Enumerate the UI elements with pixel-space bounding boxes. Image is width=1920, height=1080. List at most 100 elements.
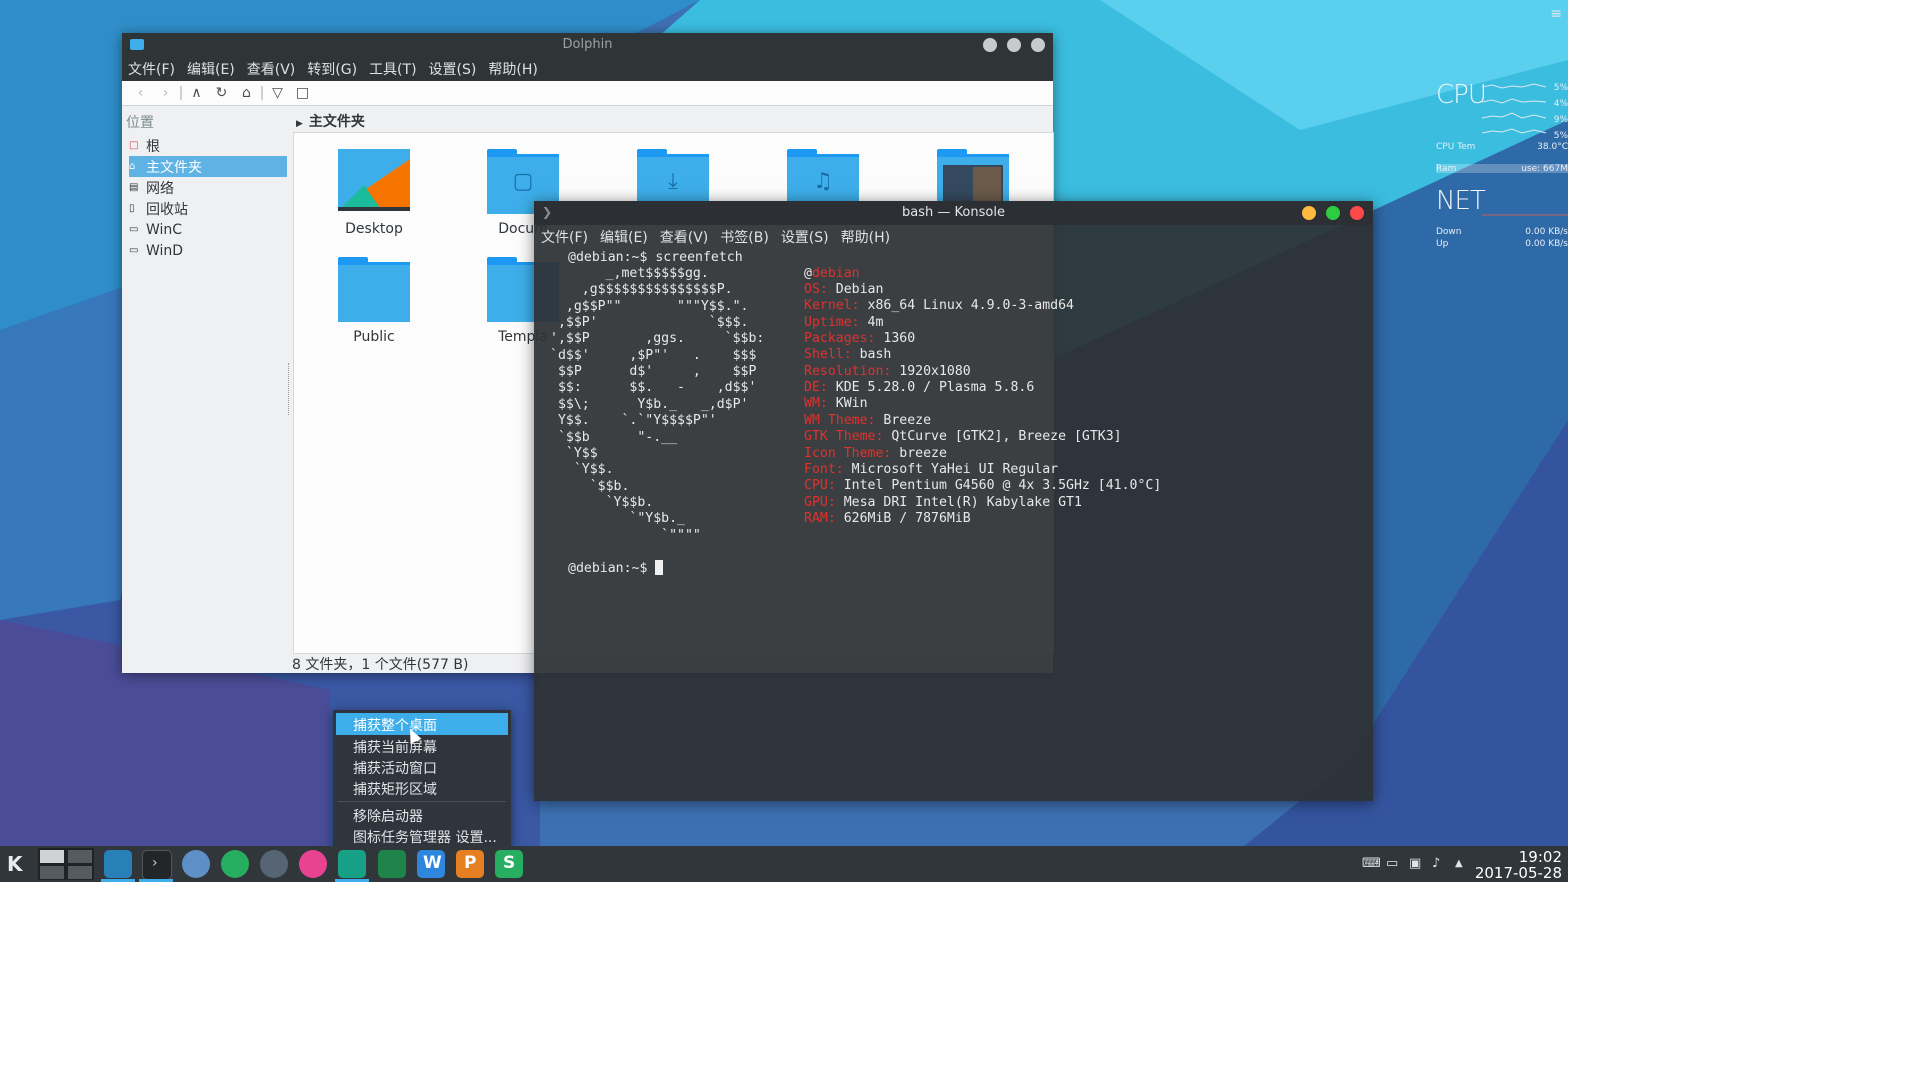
network-tool-icon[interactable] (260, 850, 288, 878)
down-value: 0.00 KB/s (1525, 227, 1568, 237)
audio-player-icon[interactable] (221, 850, 249, 878)
screenshot-icon[interactable] (338, 850, 366, 878)
menu-settings[interactable]: 设置(S) (429, 59, 477, 79)
digital-clock[interactable]: 19:02 2017-05-28 (1475, 849, 1562, 881)
konsole-icon[interactable]: › (142, 850, 172, 880)
menu-item-task-manager-settings[interactable]: 图标任务管理器 设置... (353, 827, 497, 847)
konsole-titlebar[interactable]: ❯ bash — Konsole (534, 201, 1373, 225)
menu-help[interactable]: 帮助(H) (488, 59, 537, 79)
wps-presentation-icon[interactable]: P (456, 850, 484, 878)
reload-icon[interactable]: ↻ (209, 85, 234, 101)
battery-icon[interactable]: ▭ (1386, 856, 1398, 871)
places-item-home[interactable]: ⌂ 主文件夹 (129, 156, 287, 177)
menu-item-capture-window[interactable]: 捕获活动窗口 (353, 758, 437, 778)
chromium-icon[interactable] (182, 850, 210, 878)
info-value: x86_64 Linux 4.9.0-3-amd64 (859, 298, 1074, 314)
terminal-output[interactable]: @debian:~$ screenfetch _,met$$$$$gg. ,g$… (534, 249, 1373, 799)
minimize-button[interactable] (983, 38, 997, 52)
wps-spreadsheet-icon[interactable]: S (495, 850, 523, 878)
places-item-trash[interactable]: ▯ 回收站 (129, 198, 287, 219)
virtual-desktop-pager[interactable] (38, 848, 94, 880)
cpu-temp-label: CPU Tem (1436, 142, 1476, 152)
maximize-button[interactable] (1326, 206, 1340, 220)
places-item-winc[interactable]: ▭ WinC (129, 219, 287, 240)
desktop-folder-icon (338, 149, 410, 211)
info-key: WM Theme: (804, 412, 876, 428)
cpu-graph (1482, 83, 1547, 134)
menu-view[interactable]: 查看(V) (247, 59, 296, 79)
logo-line: ',$$P ,ggs. `$$b: (550, 331, 765, 347)
wps-writer-icon[interactable]: W (417, 850, 445, 878)
system-monitor-icon[interactable] (378, 850, 406, 878)
menu-view[interactable]: 查看(V) (660, 227, 709, 247)
info-value: QtCurve [GTK2], Breeze [GTK3] (883, 429, 1122, 445)
ram-value: use: 667M (1521, 164, 1568, 174)
info-key: GTK Theme: (804, 429, 884, 445)
menu-edit[interactable]: 编辑(E) (187, 59, 235, 79)
kde-launcher-icon[interactable]: K (7, 852, 23, 876)
menu-file[interactable]: 文件(F) (541, 227, 588, 247)
menu-edit[interactable]: 编辑(E) (600, 227, 648, 247)
prompt-text: @debian:~$ (568, 561, 656, 576)
task-active-indicator (335, 879, 369, 882)
menu-item-capture-screen[interactable]: 捕获当前屏幕 (353, 737, 437, 757)
net-graph (1482, 214, 1568, 216)
public-folder-icon (338, 257, 410, 322)
close-button[interactable] (1350, 206, 1364, 220)
desktop-toolbox-icon[interactable]: ≡ (1550, 6, 1562, 22)
forward-icon[interactable]: › (153, 85, 178, 101)
menu-help[interactable]: 帮助(H) (841, 227, 890, 247)
logo-line: ,g$$$$$$$$$$$$$$$P. (550, 282, 733, 298)
menu-file[interactable]: 文件(F) (128, 59, 175, 79)
tray-expand-icon[interactable]: ▲ (1455, 858, 1463, 869)
places-item-root[interactable]: □ 根 (129, 135, 287, 156)
back-icon[interactable]: ‹ (128, 85, 153, 101)
menu-item-capture-region[interactable]: 捕获矩形区域 (353, 779, 437, 799)
maximize-button[interactable] (1007, 38, 1021, 52)
file-item-desktop[interactable]: Desktop (319, 149, 429, 237)
konsole-window[interactable]: ❯ bash — Konsole 文件(F) 编辑(E) 查看(V) 书签(B)… (534, 201, 1373, 801)
places-item-network[interactable]: ▤ 网络 (129, 177, 287, 198)
menu-item-capture-desktop[interactable]: 捕获整个桌面 (353, 715, 437, 735)
info-key: Icon Theme: (804, 445, 892, 461)
panel-splitter[interactable] (288, 363, 291, 415)
filter-icon[interactable]: ▽ (265, 85, 290, 101)
info-value: KWin (827, 396, 868, 412)
network-icon: ▤ (129, 182, 139, 193)
info-key: CPU: (804, 478, 836, 494)
konsole-title: bash — Konsole (902, 205, 1005, 220)
file-item-public[interactable]: Public (319, 257, 429, 345)
net-down-row: Down 0.00 KB/s (1436, 227, 1568, 237)
minimize-button[interactable] (1302, 206, 1316, 220)
file-item-label: Public (353, 329, 395, 345)
down-label: Down (1436, 227, 1462, 237)
places-item-label: WinD (146, 242, 184, 259)
places-item-label: 网络 (146, 180, 174, 197)
menu-tools[interactable]: 工具(T) (369, 59, 416, 79)
split-view-icon[interactable]: □ (290, 85, 315, 101)
logo-line: $$\; Y$b._ _,d$P' (550, 396, 749, 412)
menu-item-remove-launcher[interactable]: 移除启动器 (353, 806, 423, 826)
up-icon[interactable]: ∧ (184, 85, 209, 101)
dolphin-icon[interactable] (104, 850, 132, 878)
home-icon[interactable]: ⌂ (234, 85, 259, 101)
menu-settings[interactable]: 设置(S) (781, 227, 829, 247)
info-key: Font: (804, 461, 844, 477)
dolphin-titlebar[interactable]: Dolphin (122, 33, 1053, 57)
keyboard-icon[interactable]: ⌨ (1362, 856, 1381, 871)
info-line: Resolution: 1920x1080 (804, 364, 971, 380)
close-button[interactable] (1031, 38, 1045, 52)
network-icon[interactable]: ▣ (1409, 856, 1421, 871)
trash-icon: ▯ (129, 203, 135, 214)
dolphin-menubar: 文件(F) 编辑(E) 查看(V) 转到(G) 工具(T) 设置(S) 帮助(H… (122, 57, 1053, 81)
info-key: Uptime: (804, 314, 860, 330)
menu-bookmarks[interactable]: 书签(B) (720, 227, 769, 247)
places-item-wind[interactable]: ▭ WinD (129, 240, 287, 261)
volume-icon[interactable]: ♪ (1432, 856, 1440, 871)
media-icon[interactable] (299, 850, 327, 878)
host-line: @debian (804, 266, 860, 282)
menu-go[interactable]: 转到(G) (307, 59, 357, 79)
taskbar: K › W P S ⌨ ▭ ▣ ♪ ▲ 19:02 2017-05-28 (0, 846, 1568, 882)
info-key: DE: (804, 380, 828, 396)
breadcrumb[interactable]: ▶ 主文件夹 (296, 111, 365, 131)
